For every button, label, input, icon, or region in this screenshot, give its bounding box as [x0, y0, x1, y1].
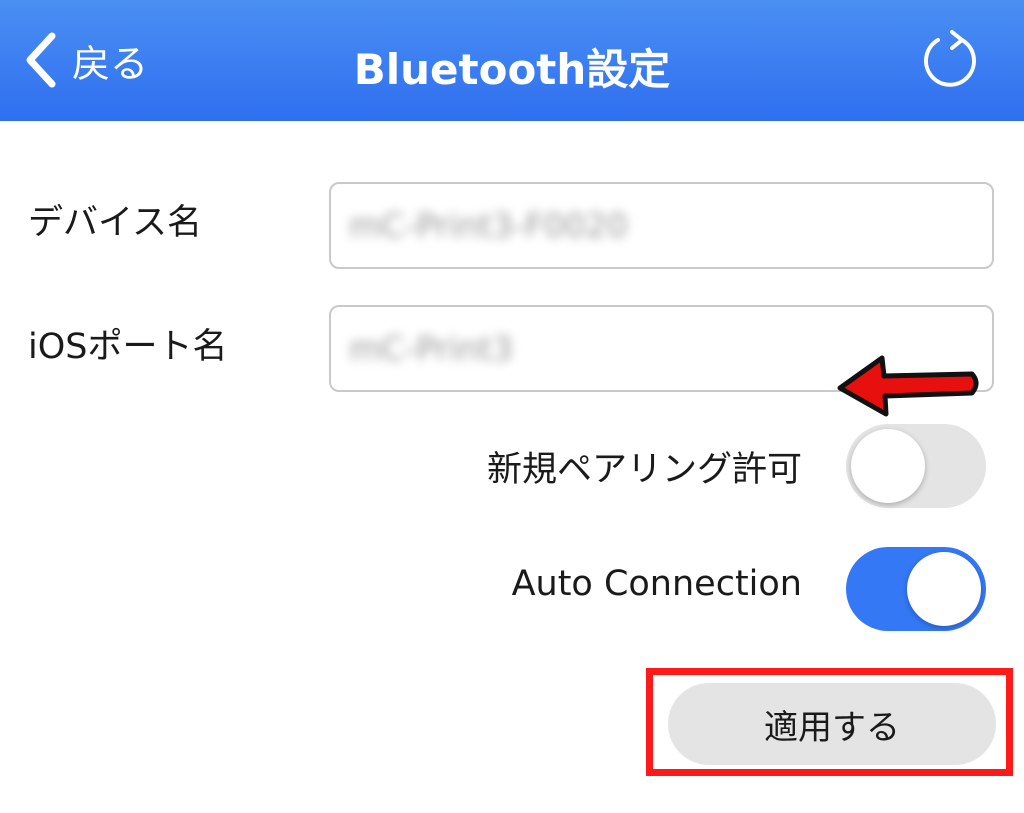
refresh-icon[interactable]: [918, 26, 982, 90]
pairing-label: 新規ペアリング許可: [486, 450, 802, 490]
navigation-bar: 戻る Bluetooth設定: [0, 0, 1024, 121]
pairing-toggle[interactable]: [846, 424, 986, 508]
toggle-knob: [851, 429, 925, 503]
annotation-arrow-left-icon: [837, 355, 979, 417]
ios-port-value: mC-Print3: [349, 329, 514, 368]
auto-connection-toggle[interactable]: [846, 547, 986, 631]
device-name-label: デバイス名: [28, 203, 202, 243]
toggle-knob: [907, 552, 981, 626]
auto-connection-label: Auto Connection: [511, 564, 802, 604]
ios-port-label: iOSポート名: [28, 327, 228, 367]
apply-button[interactable]: 適用する: [668, 683, 996, 765]
page-title: Bluetooth設定: [353, 45, 671, 94]
device-name-field[interactable]: mC-Print3-F0020: [329, 182, 994, 269]
device-name-value: mC-Print3-F0020: [349, 206, 628, 245]
